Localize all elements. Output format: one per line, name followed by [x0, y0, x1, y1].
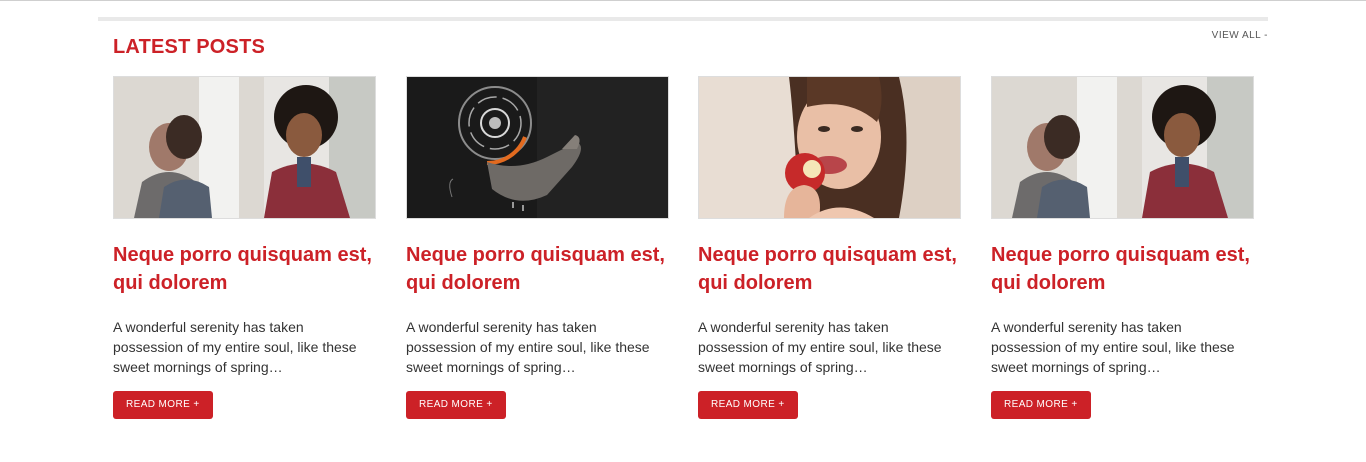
thumbnail-image-woman-apple: [699, 77, 960, 218]
post-card: Neque porro quisquam est, qui dolorem A …: [991, 76, 1254, 419]
post-card: Neque porro quisquam est, qui dolorem A …: [698, 76, 961, 419]
page-top-border: [0, 0, 1366, 1]
post-excerpt: A wonderful serenity has taken possessio…: [698, 319, 942, 375]
post-thumbnail[interactable]: [406, 76, 669, 219]
thumbnail-image-touch-interface: [407, 77, 668, 218]
posts-grid: Neque porro quisquam est, qui dolorem A …: [113, 76, 1268, 419]
post-title[interactable]: Neque porro quisquam est, qui dolorem: [406, 241, 669, 297]
post-thumbnail[interactable]: [113, 76, 376, 219]
post-excerpt: A wonderful serenity has taken possessio…: [991, 319, 1235, 375]
view-all-link[interactable]: VIEW ALL -: [1212, 30, 1268, 41]
latest-posts-section: LATEST POSTS VIEW ALL - Neque porro quis…: [98, 17, 1268, 419]
section-title: LATEST POSTS: [113, 36, 266, 58]
post-thumbnail[interactable]: [698, 76, 961, 219]
post-excerpt: A wonderful serenity has taken possessio…: [406, 319, 650, 375]
read-more-button[interactable]: READ MORE +: [698, 391, 798, 419]
section-header: LATEST POSTS VIEW ALL -: [98, 21, 1268, 77]
read-more-button[interactable]: READ MORE +: [113, 391, 213, 419]
post-title[interactable]: Neque porro quisquam est, qui dolorem: [698, 241, 961, 297]
post-card: Neque porro quisquam est, qui dolorem A …: [113, 76, 376, 419]
thumbnail-image-couple: [114, 77, 375, 218]
read-more-button[interactable]: READ MORE +: [991, 391, 1091, 419]
post-title[interactable]: Neque porro quisquam est, qui dolorem: [991, 241, 1254, 297]
post-card: Neque porro quisquam est, qui dolorem A …: [406, 76, 669, 419]
post-excerpt: A wonderful serenity has taken possessio…: [113, 319, 357, 375]
thumbnail-image-couple: [992, 77, 1253, 218]
post-title[interactable]: Neque porro quisquam est, qui dolorem: [113, 241, 376, 297]
post-thumbnail[interactable]: [991, 76, 1254, 219]
read-more-button[interactable]: READ MORE +: [406, 391, 506, 419]
